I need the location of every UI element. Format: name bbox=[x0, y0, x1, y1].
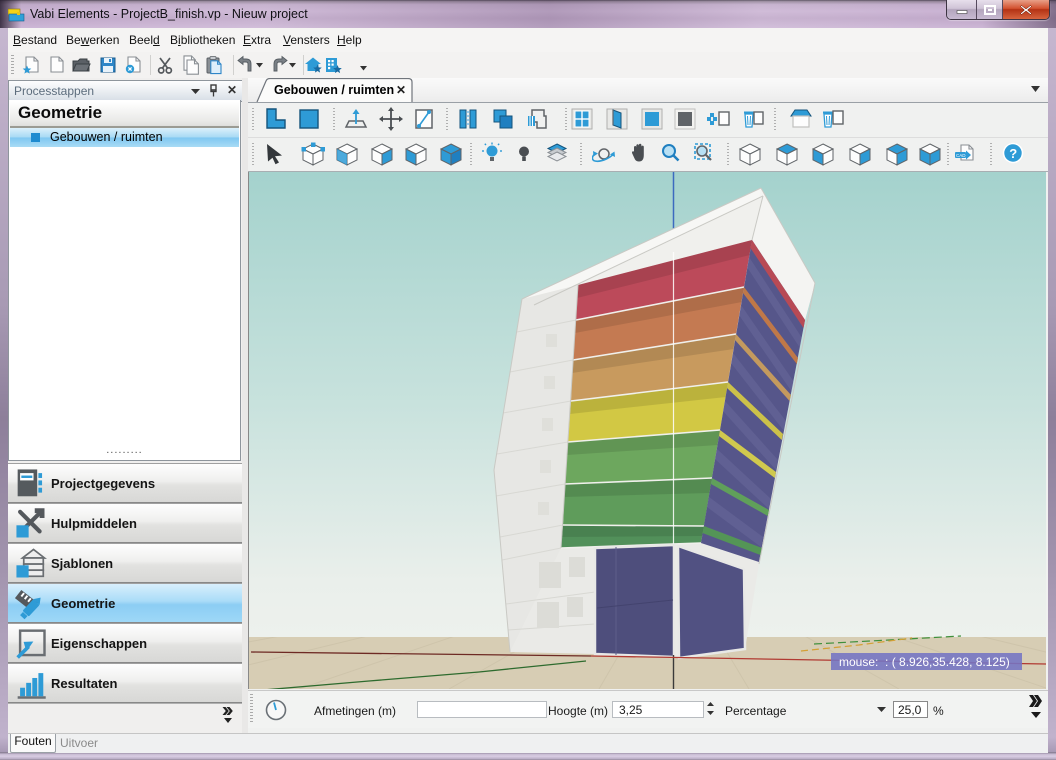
svg-text:CAD: CAD bbox=[956, 153, 966, 158]
svg-text:?: ? bbox=[1009, 146, 1017, 161]
svg-text:mouse: : ( 8.926,35.428, 8.12: mouse: : ( 8.926,35.428, 8.125) bbox=[839, 655, 1010, 669]
